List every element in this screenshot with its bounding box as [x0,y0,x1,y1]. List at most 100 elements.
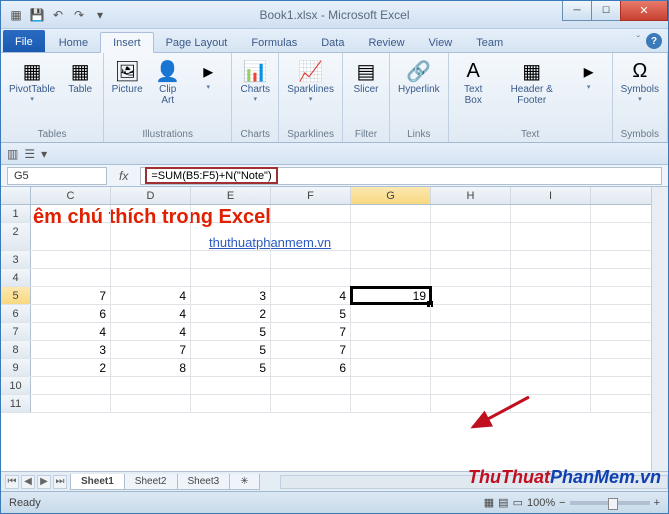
qat2-dropdown-icon[interactable]: ▾ [41,147,47,161]
cell-F7[interactable]: 7 [271,323,351,340]
cell-D8[interactable]: 7 [111,341,191,358]
tab-data[interactable]: Data [309,33,356,52]
cell-D9[interactable]: 8 [111,359,191,376]
cell-F9[interactable]: 6 [271,359,351,376]
cell-F8[interactable]: 7 [271,341,351,358]
col-header-D[interactable]: D [111,187,191,204]
zoom-in-icon[interactable]: + [654,497,660,509]
cell-E6[interactable]: 2 [191,305,271,322]
cell-H8[interactable] [431,341,511,358]
headerfooter-button[interactable]: ▦Header & Footer [496,56,568,128]
textbox-button[interactable]: AText Box [453,56,494,128]
zoom-level[interactable]: 100% [527,497,555,509]
cell-H3[interactable] [431,251,511,268]
minimize-button[interactable] [562,1,592,21]
cell-D6[interactable]: 4 [111,305,191,322]
text-more-button[interactable]: ▸ [570,56,608,128]
cell-H4[interactable] [431,269,511,286]
cell-F4[interactable] [271,269,351,286]
cell-C2[interactable] [31,223,111,250]
cell-I1[interactable] [511,205,591,222]
select-all-corner[interactable] [1,187,31,204]
cell-E10[interactable] [191,377,271,394]
cell-F1[interactable] [271,205,351,222]
sheet-next-icon[interactable]: ▶ [37,475,51,489]
cell-D11[interactable] [111,395,191,412]
cell-D10[interactable] [111,377,191,394]
cell-I6[interactable] [511,305,591,322]
cell-C8[interactable]: 3 [31,341,111,358]
view-break-icon[interactable]: ▭ [513,496,523,509]
cell-H2[interactable] [431,223,511,250]
help-icon[interactable]: ? [646,33,662,49]
cell-C3[interactable] [31,251,111,268]
cell-C11[interactable] [31,395,111,412]
redo-icon[interactable]: ↷ [70,6,88,24]
shapes-more-button[interactable]: ▸ [189,56,227,128]
name-box[interactable]: G5 [7,167,107,185]
cell-D4[interactable] [111,269,191,286]
col-header-G[interactable]: G [351,187,431,204]
cell-G6[interactable] [351,305,431,322]
sparklines-button[interactable]: 📈Sparklines [283,56,338,128]
cell-E11[interactable] [191,395,271,412]
col-header-E[interactable]: E [191,187,271,204]
cell-F10[interactable] [271,377,351,394]
cell-C5[interactable]: 7 [31,287,111,304]
tab-view[interactable]: View [417,33,465,52]
picture-button[interactable]: 🖼Picture [108,56,146,128]
cell-I8[interactable] [511,341,591,358]
row-header-5[interactable]: 5 [1,287,31,304]
cell-D5[interactable]: 4 [111,287,191,304]
cell-F6[interactable]: 5 [271,305,351,322]
cell-E8[interactable]: 5 [191,341,271,358]
tab-formulas[interactable]: Formulas [239,33,309,52]
cell-I10[interactable] [511,377,591,394]
close-button[interactable] [620,1,668,21]
cell-E4[interactable] [191,269,271,286]
cell-C10[interactable] [31,377,111,394]
charts-button[interactable]: 📊Charts [236,56,274,128]
cell-G11[interactable] [351,395,431,412]
cell-D7[interactable]: 4 [111,323,191,340]
cell-E2[interactable] [191,223,271,250]
cell-H1[interactable] [431,205,511,222]
fx-icon[interactable]: fx [115,169,132,183]
cell-G9[interactable] [351,359,431,376]
cell-E1[interactable] [191,205,271,222]
zoom-out-icon[interactable]: − [559,497,565,509]
cell-G5[interactable]: 19 [351,287,431,304]
table-button[interactable]: ▦Table [61,56,99,128]
sheet-first-icon[interactable]: ⏮ [5,475,19,489]
row-header-10[interactable]: 10 [1,377,31,394]
row-header-8[interactable]: 8 [1,341,31,358]
cell-I3[interactable] [511,251,591,268]
cell-C1[interactable] [31,205,111,222]
cell-F2[interactable] [271,223,351,250]
row-header-7[interactable]: 7 [1,323,31,340]
cell-C6[interactable]: 6 [31,305,111,322]
spreadsheet-grid[interactable]: CDEFGHI êm chú thích trong Excel thuthua… [1,187,651,471]
row-header-1[interactable]: 1 [1,205,31,222]
cell-C7[interactable]: 4 [31,323,111,340]
cell-G3[interactable] [351,251,431,268]
cell-G4[interactable] [351,269,431,286]
cell-G2[interactable] [351,223,431,250]
cell-H6[interactable] [431,305,511,322]
cell-E3[interactable] [191,251,271,268]
cell-G7[interactable] [351,323,431,340]
sheet-tab-sheet2[interactable]: Sheet2 [124,474,178,490]
vertical-scrollbar[interactable] [651,187,668,471]
cell-G10[interactable] [351,377,431,394]
formula-input[interactable]: =SUM(B5:F5)+N("Note") [140,167,662,185]
cell-H5[interactable] [431,287,511,304]
cell-I2[interactable] [511,223,591,250]
cell-C9[interactable]: 2 [31,359,111,376]
sheet-tab-sheet1[interactable]: Sheet1 [70,474,125,490]
tab-pagelayout[interactable]: Page Layout [154,33,240,52]
cell-C4[interactable] [31,269,111,286]
tab-team[interactable]: Team [464,33,515,52]
cell-E9[interactable]: 5 [191,359,271,376]
tab-review[interactable]: Review [356,33,416,52]
row-header-3[interactable]: 3 [1,251,31,268]
